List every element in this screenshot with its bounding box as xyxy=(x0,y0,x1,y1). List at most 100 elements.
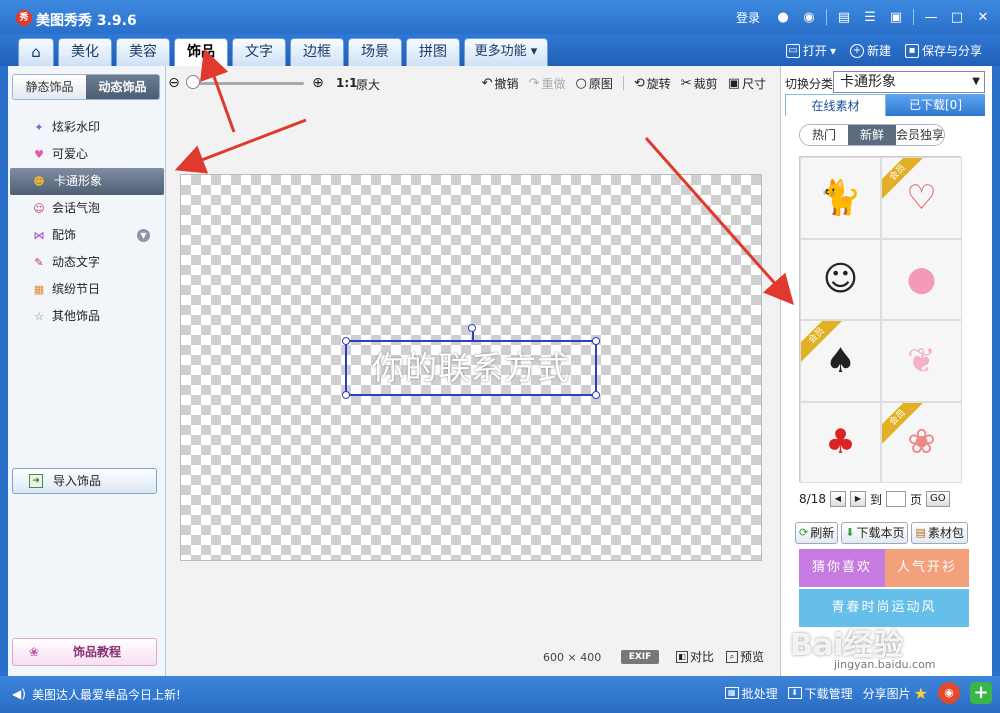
close-button[interactable]: ✕ xyxy=(974,8,992,26)
zoom-in-icon[interactable]: ⊕ xyxy=(310,75,326,91)
resize-button[interactable]: ▣ 尺寸 xyxy=(728,75,766,92)
add-icon[interactable]: + xyxy=(970,682,992,704)
share-image-button[interactable]: 分享图片 ★ xyxy=(863,684,928,703)
crop-button[interactable]: ✂ 裁剪 xyxy=(681,75,718,92)
undo-button[interactable]: ↶ 撤销 xyxy=(482,75,519,92)
zoom-slider[interactable] xyxy=(186,82,304,85)
new-button[interactable]: + 新建 xyxy=(849,42,891,59)
import-label: 导入饰品 xyxy=(53,474,102,488)
folder-icon: ▭ xyxy=(785,43,800,58)
image-canvas[interactable]: 你的联系方式 xyxy=(180,174,762,561)
category-item[interactable]: ☆ 其他饰品 xyxy=(8,303,166,330)
editor-area: ⊖ ⊕ 1:1 原大 ↶ 撤销 ↷ 重做 ○ 原图 ⟲ 旋转 ✂ 裁剪 ▣ 尺寸 你的联系方… xyxy=(166,66,780,676)
go-button[interactable]: GO xyxy=(925,491,950,507)
material-item[interactable]: 会员 ♠ xyxy=(800,320,881,402)
promo-banner[interactable]: 猜你喜欢 xyxy=(799,549,885,587)
filter-new[interactable]: 新鲜 xyxy=(848,125,896,145)
tab-frame[interactable]: 边框 xyxy=(290,38,344,66)
weibo-icon[interactable]: ◉ xyxy=(800,8,818,26)
download-manager-button[interactable]: ⬇ 下载管理 xyxy=(787,685,853,702)
redo-button[interactable]: ↷ 重做 xyxy=(529,75,566,92)
tab-scene[interactable]: 场景 xyxy=(348,38,402,66)
material-item[interactable]: ♣ xyxy=(800,401,881,483)
maximize-button[interactable]: □ xyxy=(948,8,966,26)
batch-process-button[interactable]: ▦ 批处理 xyxy=(724,685,778,702)
zoom-out-icon[interactable]: ⊖ xyxy=(166,75,182,91)
tab-static-accessories[interactable]: 静态饰品 xyxy=(13,75,86,99)
promo-banner[interactable]: 人气开衫 xyxy=(885,549,969,587)
category-item[interactable]: ☺ 会话气泡 xyxy=(8,195,166,222)
rotate-button[interactable]: ⟲ 旋转 xyxy=(634,75,671,92)
save-share-button[interactable]: ▪ 保存与分享 xyxy=(904,42,982,59)
tab-online-material[interactable]: 在线素材 xyxy=(785,94,886,116)
page-number-input[interactable] xyxy=(885,491,906,507)
image-width: 600 xyxy=(543,651,564,664)
category-label: 配饰 xyxy=(52,228,77,242)
material-item[interactable]: ❦ xyxy=(881,320,962,402)
accessory-tutorial-button[interactable]: ❀ 饰品教程 xyxy=(12,638,157,666)
refresh-button[interactable]: ⟳ 刷新 xyxy=(795,522,839,544)
category-item[interactable]: ⋈ 配饰 ▼ xyxy=(8,222,166,249)
material-item[interactable]: ● xyxy=(881,238,962,320)
menu-icon[interactable]: ☰ xyxy=(861,8,879,26)
compare-icon: ◧ xyxy=(676,650,688,663)
minimize-button[interactable]: — xyxy=(922,8,940,26)
qq-icon[interactable]: ● xyxy=(774,8,792,26)
tab-beautify[interactable]: 美化 xyxy=(58,38,112,66)
paw-icon: ❀ xyxy=(29,645,40,659)
original-size-button[interactable]: 原大 xyxy=(356,76,380,93)
skin-icon[interactable]: ▤ xyxy=(835,8,853,26)
couple-love-icon: ♡ xyxy=(906,177,937,218)
tab-more-features[interactable]: 更多功能 ▾ xyxy=(464,38,548,66)
login-link[interactable]: 登录 xyxy=(736,9,760,26)
feedback-icon[interactable]: ▣ xyxy=(887,8,905,26)
material-pack-button[interactable]: ▤ 素材包 xyxy=(911,522,968,544)
toolbar-separator xyxy=(622,76,624,90)
filter-vip[interactable]: 会员独享 xyxy=(896,125,944,145)
tab-text[interactable]: 文字 xyxy=(232,38,286,66)
tab-beauty[interactable]: 美容 xyxy=(116,38,170,66)
news-ticker[interactable]: 美图达人最爱单品今日上新! xyxy=(32,686,181,703)
material-item[interactable]: ☺ xyxy=(800,238,881,320)
text-sticker[interactable]: 你的联系方式 xyxy=(342,324,600,399)
chevron-down-icon[interactable]: ▼ xyxy=(137,229,150,242)
prev-page-button[interactable]: ◀ xyxy=(829,491,846,507)
one-to-one-button[interactable]: 1:1 xyxy=(336,76,358,90)
next-page-button[interactable]: ▶ xyxy=(849,491,866,507)
new-label: 新建 xyxy=(866,44,891,58)
category-item[interactable]: ☻ 卡通形象 xyxy=(10,168,164,195)
category-item[interactable]: ✎ 动态文字 xyxy=(8,249,166,276)
category-item[interactable]: ♥ 可爱心 xyxy=(8,141,166,168)
import-accessory-button[interactable]: ➜ 导入饰品 xyxy=(12,468,157,494)
material-item[interactable]: 会员 ♡ xyxy=(881,157,962,239)
original-image-button[interactable]: ○ 原图 xyxy=(575,75,612,92)
preview-button[interactable]: ⌕ 预览 xyxy=(726,648,764,665)
tab-home[interactable]: ⌂ xyxy=(18,38,54,66)
material-item[interactable]: 🐈 xyxy=(800,157,881,239)
tab-downloaded[interactable]: 已下载[0] xyxy=(886,94,985,116)
import-icon: ➜ xyxy=(29,474,43,488)
download-page-button[interactable]: ⬇ 下载本页 xyxy=(841,522,909,544)
compare-button[interactable]: ◧ 对比 xyxy=(676,648,714,665)
zoom-slider-handle[interactable] xyxy=(186,75,200,89)
plus-circle-icon: + xyxy=(849,43,864,58)
category-list: ✦ 炫彩水印 ♥ 可爱心 ☻ 卡通形象 ☺ 会话气泡 ⋈ 配饰 ▼ ✎ 动态文字 ▦ 缤纷节日 … xyxy=(8,114,166,330)
redo-icon: ↷ xyxy=(528,76,540,91)
refresh-label: 刷新 xyxy=(810,526,835,540)
category-item[interactable]: ✦ 炫彩水印 xyxy=(8,114,166,141)
baidu-watermark: Bai经验 jingyan.baidu.com xyxy=(790,620,990,671)
category-select[interactable]: 卡通形象 ▼ xyxy=(833,71,985,93)
rotate-handle[interactable] xyxy=(468,324,476,332)
open-button[interactable]: ▭ 打开 ▾ xyxy=(785,42,836,59)
material-item[interactable]: 会员 ❀ xyxy=(881,401,962,483)
category-item[interactable]: ▦ 缤纷节日 xyxy=(8,276,166,303)
weibo-icon[interactable]: ◉ xyxy=(938,682,960,704)
tutorial-label: 饰品教程 xyxy=(73,645,122,659)
tab-collage[interactable]: 拼图 xyxy=(406,38,460,66)
filter-hot[interactable]: 热门 xyxy=(800,125,848,145)
exif-button[interactable]: EXIF xyxy=(621,650,659,664)
crop-label: 裁剪 xyxy=(693,77,718,91)
save-label: 保存与分享 xyxy=(921,44,982,58)
tab-accessories[interactable]: 饰品 xyxy=(174,38,228,67)
tab-dynamic-accessories[interactable]: 动态饰品 xyxy=(86,75,159,99)
